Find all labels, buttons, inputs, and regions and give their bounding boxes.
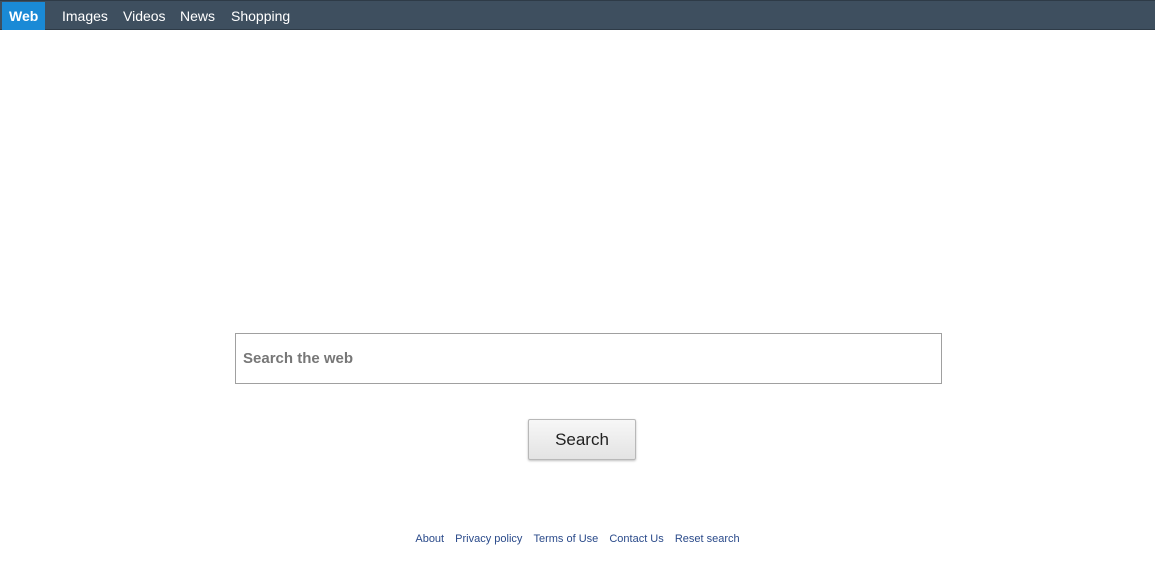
nav-tab-images[interactable]: Images bbox=[62, 2, 108, 30]
footer-link-contact-us[interactable]: Contact Us bbox=[609, 533, 663, 545]
footer-link-about[interactable]: About bbox=[415, 533, 444, 545]
nav-tab-web[interactable]: Web bbox=[2, 2, 46, 30]
search-input[interactable] bbox=[236, 334, 941, 383]
footer-link-terms-of-use[interactable]: Terms of Use bbox=[533, 533, 598, 545]
top-nav-bar: Web Images Videos News Shopping bbox=[0, 0, 1155, 30]
nav-tab-news[interactable]: News bbox=[180, 2, 215, 30]
footer-link-reset-search[interactable]: Reset search bbox=[675, 533, 740, 545]
footer-link-privacy-policy[interactable]: Privacy policy bbox=[455, 533, 522, 545]
search-button[interactable]: Search bbox=[528, 419, 636, 460]
nav-tab-videos[interactable]: Videos bbox=[123, 2, 166, 30]
search-box bbox=[235, 333, 942, 384]
nav-tab-shopping[interactable]: Shopping bbox=[231, 2, 290, 30]
footer-links: About Privacy policy Terms of Use Contac… bbox=[0, 533, 1155, 545]
